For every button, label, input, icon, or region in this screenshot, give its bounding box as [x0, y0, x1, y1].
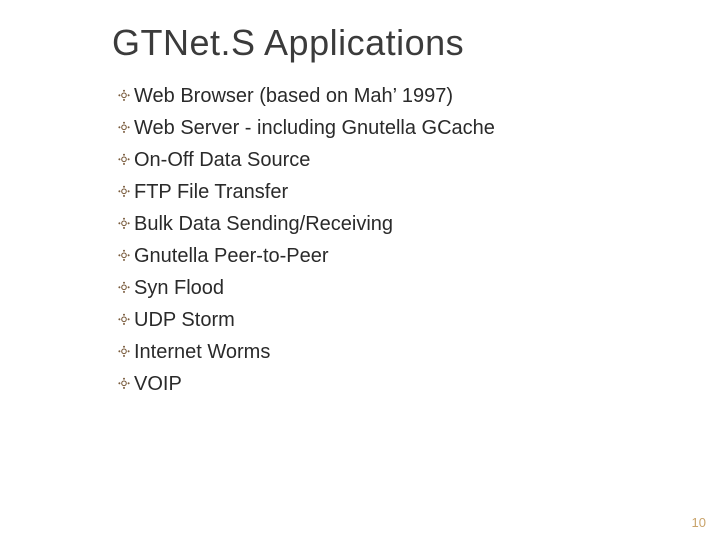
list-item-text: On-Off Data Source: [134, 146, 310, 174]
slide-title: GTNet.S Applications: [112, 22, 464, 64]
list-item: ༓ Bulk Data Sending/Receiving: [118, 210, 678, 238]
list-item: ༓ Internet Worms: [118, 338, 678, 366]
bullet-icon: ༓: [118, 371, 130, 397]
bullet-icon: ༓: [118, 307, 130, 333]
bullet-icon: ༓: [118, 211, 130, 237]
list-item-text: Web Server - including Gnutella GCache: [134, 114, 495, 142]
list-item: ༓ FTP File Transfer: [118, 178, 678, 206]
bullet-icon: ༓: [118, 147, 130, 173]
list-item: ༓ Syn Flood: [118, 274, 678, 302]
list-item: ༓ UDP Storm: [118, 306, 678, 334]
bullet-icon: ༓: [118, 179, 130, 205]
list-item-text: Gnutella Peer-to-Peer: [134, 242, 329, 270]
bullet-icon: ༓: [118, 243, 130, 269]
bullet-icon: ༓: [118, 275, 130, 301]
list-item-text: UDP Storm: [134, 306, 235, 334]
bullet-icon: ༓: [118, 339, 130, 365]
slide: GTNet.S Applications ༓ Web Browser (base…: [0, 0, 720, 540]
list-item-text: Internet Worms: [134, 338, 270, 366]
bullet-icon: ༓: [118, 115, 130, 141]
list-item-text: VOIP: [134, 370, 182, 398]
bullet-list: ༓ Web Browser (based on Mah’ 1997) ༓ Web…: [118, 82, 678, 402]
list-item: ༓ Web Browser (based on Mah’ 1997): [118, 82, 678, 110]
list-item: ༓ Web Server - including Gnutella GCache: [118, 114, 678, 142]
list-item-text: Web Browser (based on Mah’ 1997): [134, 82, 453, 110]
list-item-text: Syn Flood: [134, 274, 224, 302]
list-item-text: Bulk Data Sending/Receiving: [134, 210, 393, 238]
page-number: 10: [692, 515, 706, 530]
bullet-icon: ༓: [118, 83, 130, 109]
list-item: ༓ Gnutella Peer-to-Peer: [118, 242, 678, 270]
list-item: ༓ On-Off Data Source: [118, 146, 678, 174]
list-item-text: FTP File Transfer: [134, 178, 288, 206]
list-item: ༓ VOIP: [118, 370, 678, 398]
